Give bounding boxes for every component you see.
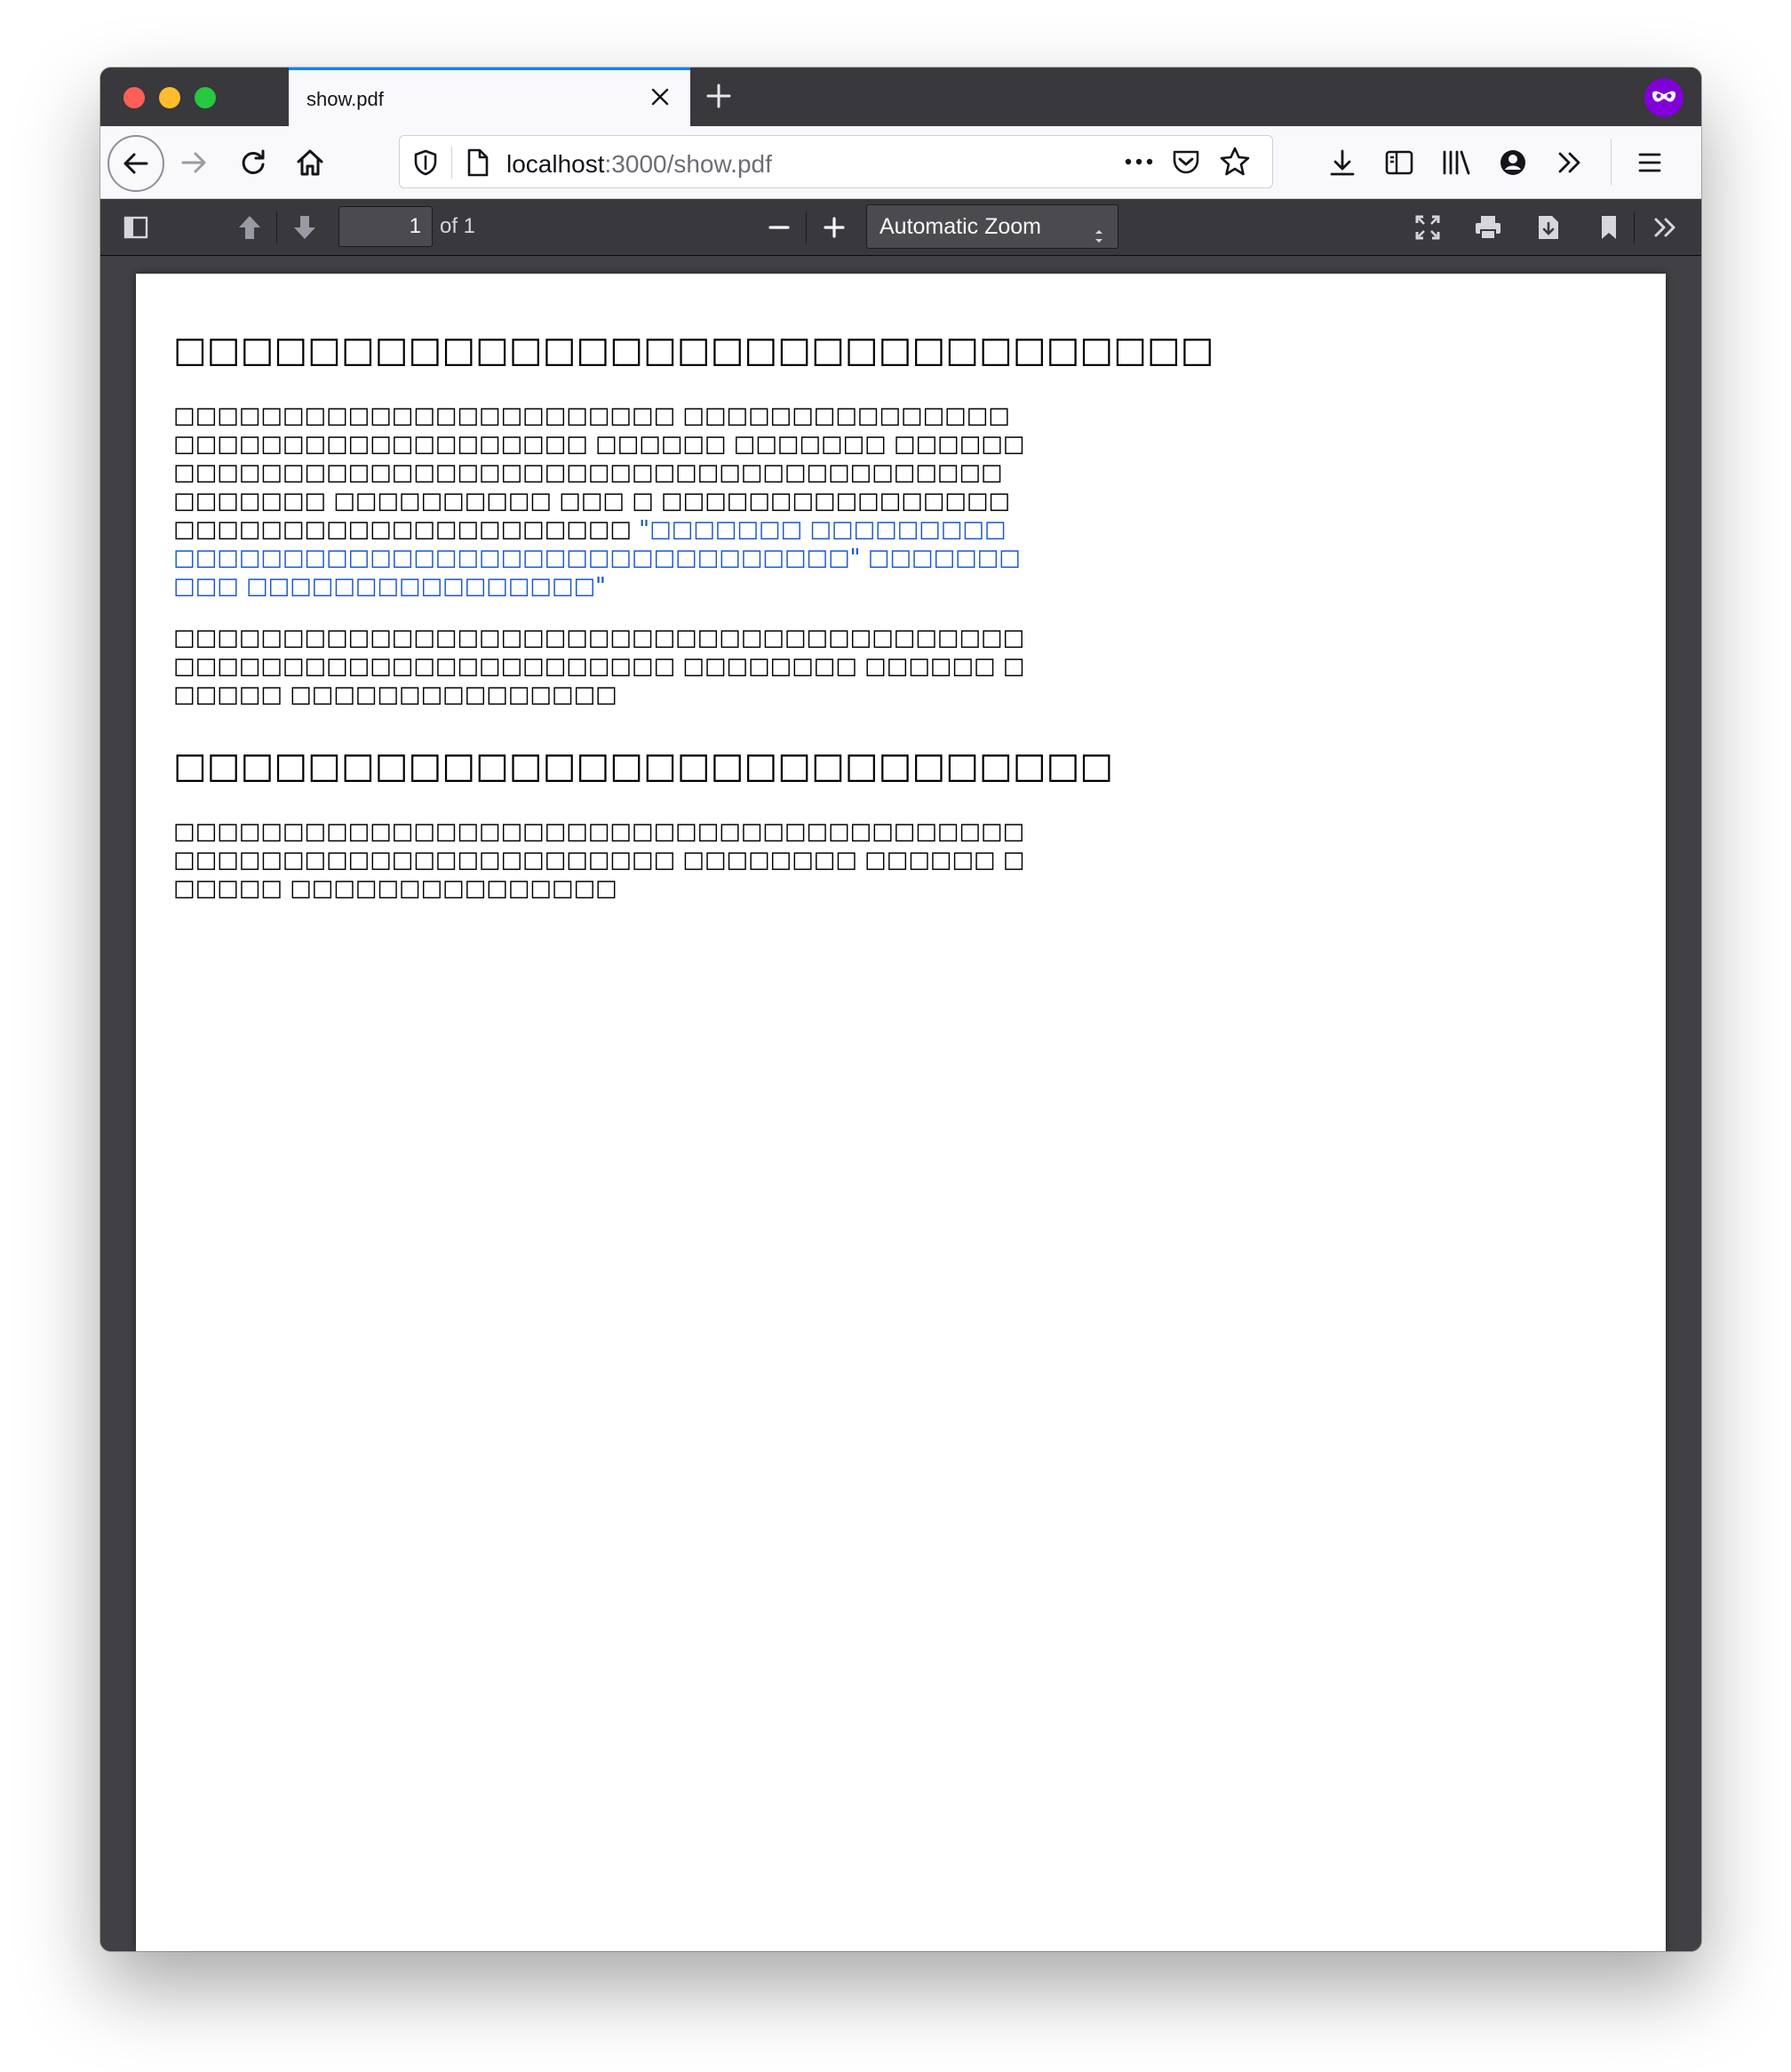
toolbar-separator [276, 211, 277, 243]
page-heading-2: □□□□□□□□□□□□□□□□□□□□□□□□□□□□ [173, 745, 1114, 786]
reload-icon [242, 149, 265, 174]
forward-button[interactable] [171, 139, 218, 186]
tools-icon [1654, 218, 1676, 237]
sidebar-toggle-button[interactable] [118, 210, 154, 245]
next-page-button[interactable] [287, 210, 322, 245]
browser-window: show.pdf localhost:3000/show.pdf 1 of 1 … [100, 68, 1701, 1951]
overflow-button[interactable] [1547, 139, 1593, 186]
url-host: localhost [506, 150, 605, 178]
zoom-select[interactable]: Automatic Zoom [866, 204, 1118, 249]
forward-icon [181, 152, 206, 173]
bookmark-button[interactable] [1591, 210, 1627, 245]
downloads-button[interactable] [1319, 139, 1365, 186]
pocket-icon[interactable] [1171, 147, 1201, 181]
back-button[interactable] [107, 135, 164, 192]
pdf-viewer: □□□□□□□□□□□□□□□□□□□□□□□□□□□□□□□ □□□□□□□□… [100, 256, 1701, 1951]
page-count-label: of 1 [440, 214, 476, 238]
minimize-window-button[interactable] [159, 87, 180, 108]
zoom-select-value: Automatic Zoom [880, 214, 1042, 239]
bookmark-icon [1602, 216, 1616, 239]
overflow-icon [1558, 152, 1580, 173]
url-divider [451, 147, 452, 179]
page-number-input[interactable]: 1 [338, 206, 433, 247]
tab-show-pdf[interactable]: show.pdf [289, 68, 690, 126]
paragraph-2: □□□□□□□□□□□□□□□□□□□□□□□□□□□□□□□□□□□□□□□□… [173, 625, 1025, 708]
close-tab-icon[interactable] [646, 83, 674, 111]
library-icon [1443, 150, 1470, 175]
private-browsing-icon [1644, 78, 1684, 117]
shield-icon[interactable] [412, 148, 439, 181]
zoom-out-icon [768, 226, 790, 229]
library-button[interactable] [1433, 139, 1479, 186]
zoom-in-button[interactable] [816, 210, 852, 245]
url-text[interactable]: localhost:3000/show.pdf [506, 150, 772, 179]
print-icon [1476, 216, 1500, 240]
tools-button[interactable] [1648, 210, 1684, 245]
star-icon[interactable] [1219, 146, 1251, 182]
paragraph-1: □□□□□□□□□□□□□□□□□□□□□□□ □□□□□□□□□□□□□□□□… [173, 402, 1026, 601]
menu-button[interactable] [1627, 139, 1673, 186]
page-icon [464, 147, 490, 183]
maximize-window-button[interactable] [195, 87, 216, 108]
tab-title: show.pdf [306, 88, 384, 110]
next-page-icon [294, 216, 315, 239]
home-icon [297, 149, 323, 176]
zoom-in-icon [824, 217, 845, 238]
chevron-updown-icon [1093, 218, 1105, 260]
save-icon [1539, 216, 1558, 239]
presentation-icon [1415, 215, 1440, 240]
home-button[interactable] [287, 139, 333, 186]
page-heading-1: □□□□□□□□□□□□□□□□□□□□□□□□□□□□□□□ [173, 330, 1214, 371]
previous-page-button[interactable] [232, 210, 267, 245]
presentation-mode-button[interactable] [1410, 210, 1445, 245]
new-tab-icon[interactable] [701, 78, 736, 114]
save-button[interactable] [1531, 210, 1566, 245]
page-content: □□□□□□□□□□□□□□□□□□□□□□□□□□□□□□□ □□□□□□□□… [173, 327, 1214, 926]
toolbar-separator [806, 211, 807, 243]
tab-strip: show.pdf [100, 68, 1701, 126]
account-icon [1500, 150, 1525, 175]
more-icon[interactable] [1123, 148, 1155, 179]
toolbar-separator [1634, 211, 1635, 243]
navigation-toolbar: localhost:3000/show.pdf [100, 126, 1701, 199]
download-icon [1330, 149, 1355, 176]
zoom-out-button[interactable] [761, 210, 797, 245]
sidebar-toggle-icon [123, 216, 148, 239]
reader-icon [1385, 150, 1413, 175]
reload-button[interactable] [230, 139, 276, 186]
back-icon [123, 153, 148, 174]
url-path: :3000/show.pdf [604, 150, 772, 178]
reader-view-button[interactable] [1376, 139, 1422, 186]
paragraph-3: □□□□□□□□□□□□□□□□□□□□□□□□□□□□□□□□□□□□□□□□… [173, 818, 1025, 902]
menu-icon [1638, 153, 1661, 172]
print-button[interactable] [1470, 210, 1506, 245]
pdf-page: □□□□□□□□□□□□□□□□□□□□□□□□□□□□□□□ □□□□□□□□… [136, 274, 1666, 1951]
pdf-toolbar: 1 of 1 Automatic Zoom [100, 199, 1701, 256]
close-window-button[interactable] [123, 87, 145, 108]
previous-page-icon [239, 216, 260, 239]
toolbar-divider [1611, 139, 1612, 185]
account-button[interactable] [1490, 139, 1536, 186]
url-bar[interactable]: localhost:3000/show.pdf [399, 135, 1273, 188]
